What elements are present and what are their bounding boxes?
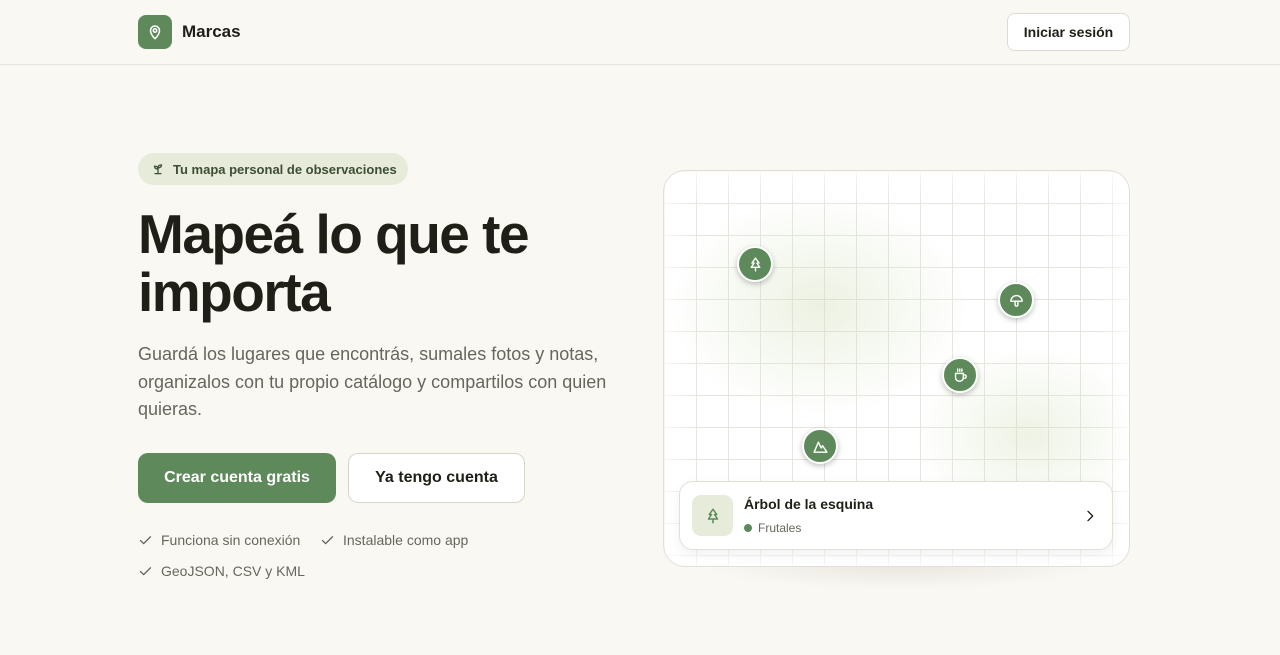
selected-place-card[interactable]: Árbol de la esquina Frutales <box>679 481 1113 550</box>
tagline-badge: Tu mapa personal de observaciones <box>138 153 408 185</box>
feature-label: GeoJSON, CSV y KML <box>161 563 305 579</box>
brand[interactable]: Marcas <box>138 15 241 49</box>
login-button[interactable]: Iniciar sesión <box>1007 13 1130 51</box>
check-icon <box>321 535 334 544</box>
place-title: Árbol de la esquina <box>744 496 874 512</box>
feature-label: Funciona sin conexión <box>161 532 301 548</box>
have-account-button[interactable]: Ya tengo cuenta <box>348 453 525 503</box>
badge-text: Tu mapa personal de observaciones <box>173 161 397 177</box>
place-category: Frutales <box>744 521 801 535</box>
check-icon <box>139 535 152 544</box>
mushroom-icon <box>1009 294 1023 307</box>
feature-formats: GeoJSON, CSV y KML <box>138 563 305 579</box>
feature-label: Instalable como app <box>343 532 469 548</box>
feature-offline: Funciona sin conexión <box>138 532 300 548</box>
feature-installable: Instalable como app <box>320 532 468 548</box>
page-title: Mapeá lo que te importa <box>138 205 618 321</box>
title-line-1: Mapeá lo que te <box>138 203 530 265</box>
header: Marcas Iniciar sesión <box>0 0 1280 65</box>
category-dot <box>744 524 752 532</box>
map-pin-icon <box>138 15 172 49</box>
sprout-icon <box>151 162 165 176</box>
place-thumbnail <box>692 495 733 536</box>
chevron-right-icon[interactable] <box>1082 508 1098 524</box>
map-pin-coffee[interactable] <box>942 357 978 393</box>
page-subtitle: Guardá los lugares que encontrás, sumale… <box>138 344 607 419</box>
mountain-icon <box>812 441 828 453</box>
map-pin-mushroom[interactable] <box>998 282 1034 318</box>
map-pin-tree[interactable] <box>737 246 773 282</box>
brand-name: Marcas <box>182 22 241 41</box>
map-pin-mountain[interactable] <box>802 428 838 464</box>
tree-icon <box>750 256 760 272</box>
check-icon <box>139 566 152 575</box>
tree-icon <box>707 508 718 523</box>
category-label: Frutales <box>758 521 802 535</box>
title-line-2: importa <box>138 261 331 323</box>
coffee-icon <box>954 367 967 382</box>
create-account-button[interactable]: Crear cuenta gratis <box>138 453 336 503</box>
